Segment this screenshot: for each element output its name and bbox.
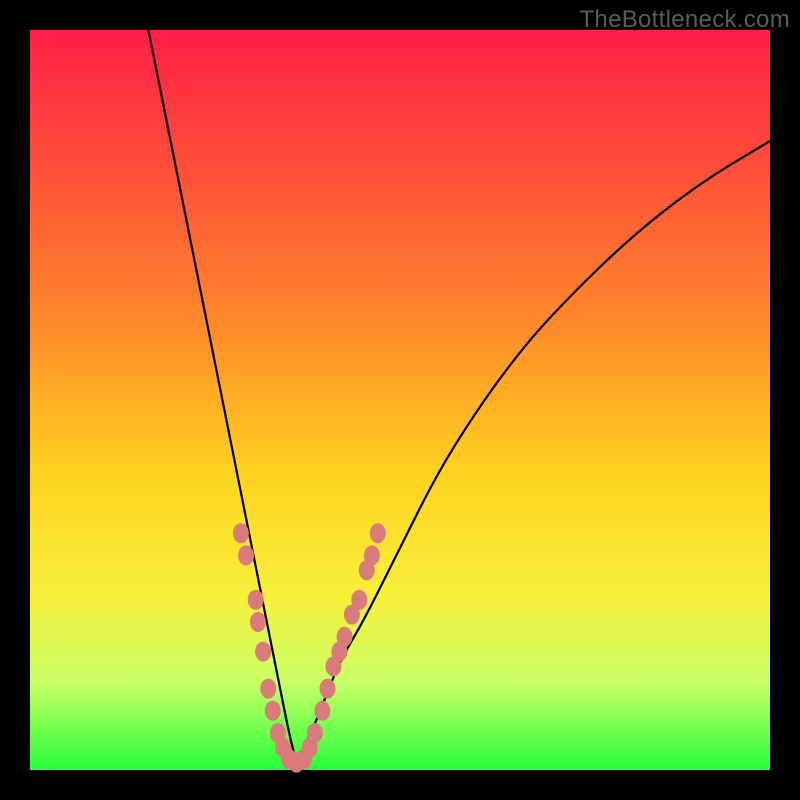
data-marker — [314, 701, 330, 721]
curves-svg — [30, 30, 770, 770]
right-branch-line — [296, 141, 770, 763]
data-marker — [260, 679, 276, 699]
data-marker — [351, 590, 367, 610]
data-marker — [250, 612, 266, 632]
plot-area — [30, 30, 770, 770]
data-marker — [248, 590, 264, 610]
data-marker — [265, 701, 281, 721]
data-marker — [307, 723, 323, 743]
chart-frame: TheBottleneck.com — [0, 0, 800, 800]
data-marker — [233, 523, 249, 543]
data-marker — [255, 642, 271, 662]
data-marker — [319, 679, 335, 699]
data-marker — [370, 523, 386, 543]
data-marker — [238, 545, 254, 565]
data-marker — [364, 545, 380, 565]
data-markers — [233, 523, 386, 772]
left-branch-line — [148, 30, 296, 763]
data-marker — [337, 627, 353, 647]
